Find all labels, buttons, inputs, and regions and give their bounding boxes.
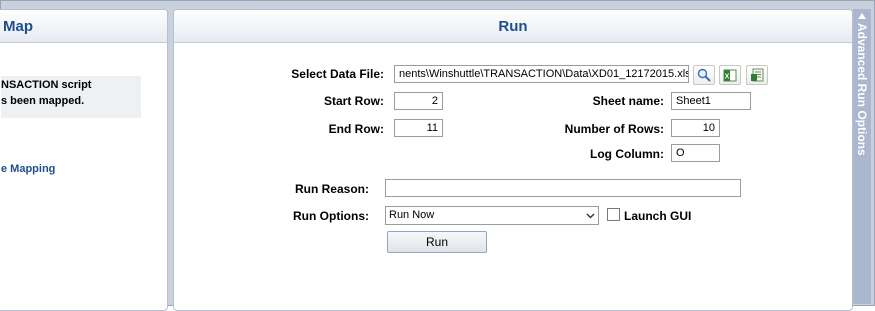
- end-row-label: End Row:: [328, 122, 384, 136]
- remapping-link[interactable]: e Mapping: [1, 163, 55, 175]
- run-panel-title: Run: [174, 10, 852, 43]
- map-panel-title: Map: [0, 10, 167, 43]
- advanced-run-options-label-box: Advanced Run Options: [854, 23, 870, 193]
- run-options-selected-value: Run Now: [389, 209, 435, 221]
- number-of-rows-input[interactable]: 10: [671, 119, 720, 137]
- sheet-name-input[interactable]: Sheet1: [671, 92, 751, 110]
- mapping-status-line1: NSACTION script: [1, 79, 92, 91]
- excel-refresh-button[interactable]: [746, 65, 768, 85]
- expand-arrow-icon[interactable]: [858, 13, 866, 19]
- log-column-input[interactable]: O: [671, 144, 720, 162]
- data-file-input[interactable]: nents\Winshuttle\TRANSACTION\Data\XD01_1…: [394, 65, 689, 83]
- start-row-input[interactable]: 2: [394, 92, 443, 110]
- run-options-select[interactable]: Run Now: [385, 206, 599, 225]
- run-reason-label: Run Reason:: [294, 182, 369, 196]
- number-of-rows-label: Number of Rows:: [564, 122, 664, 136]
- excel-sheet-icon: [751, 68, 764, 82]
- map-panel: Map NSACTION script s been mapped. e Map…: [0, 9, 168, 311]
- run-panel: Run Select Data File: nents\Winshuttle\T…: [173, 9, 853, 311]
- sheet-name-label: Sheet name:: [592, 94, 664, 108]
- launch-gui-label: Launch GUI: [624, 209, 692, 223]
- svg-text:X: X: [725, 74, 730, 81]
- run-options-label: Run Options:: [293, 209, 369, 223]
- end-row-input[interactable]: 11: [394, 119, 443, 137]
- run-button[interactable]: Run: [387, 231, 487, 253]
- chevron-down-icon: [585, 207, 595, 224]
- mapping-status-line2: s been mapped.: [1, 95, 85, 107]
- start-row-label: Start Row:: [324, 94, 384, 108]
- magnifier-icon: [697, 68, 711, 82]
- run-reason-input[interactable]: [385, 179, 741, 197]
- data-file-label: Select Data File:: [291, 67, 384, 81]
- mapping-status-box: NSACTION script s been mapped.: [1, 76, 141, 118]
- log-column-label: Log Column:: [590, 147, 664, 161]
- advanced-run-options-sidebar[interactable]: Advanced Run Options: [853, 9, 871, 304]
- launch-gui-checkbox[interactable]: [607, 208, 620, 221]
- open-excel-button[interactable]: X: [719, 65, 741, 85]
- advanced-run-options-label: Advanced Run Options: [855, 23, 869, 156]
- browse-file-button[interactable]: [693, 65, 715, 85]
- excel-icon: X: [723, 69, 737, 82]
